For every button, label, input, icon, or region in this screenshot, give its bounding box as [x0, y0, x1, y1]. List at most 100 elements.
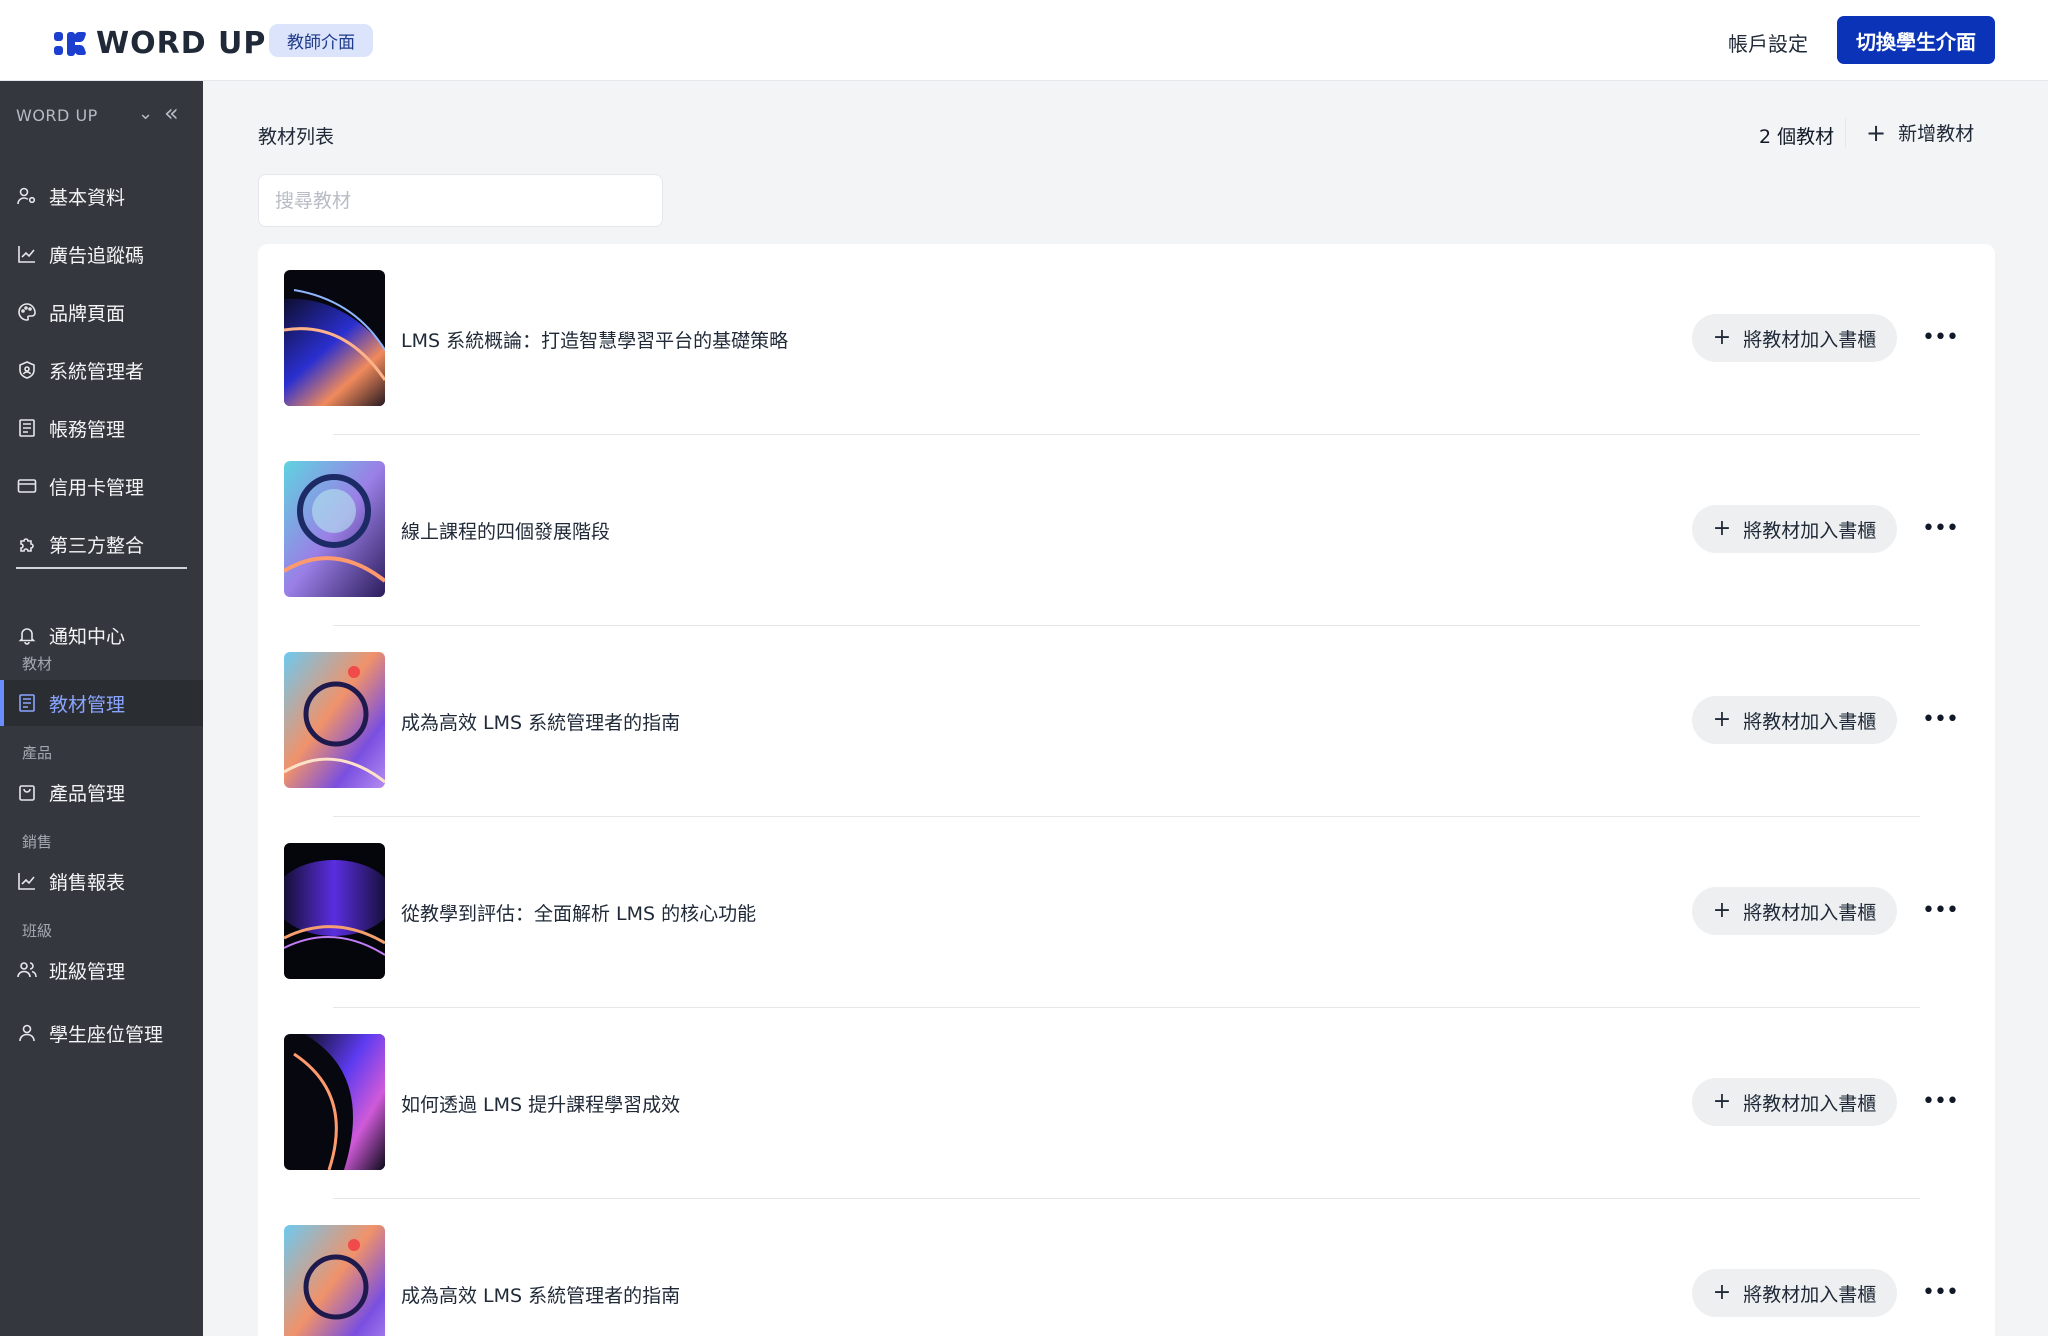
- more-options-icon[interactable]: •••: [1922, 1277, 1959, 1307]
- list-item[interactable]: 線上課程的四個發展階段 + 將教材加入書櫃 •••: [258, 435, 1995, 626]
- add-to-bookshelf-button[interactable]: + 將教材加入書櫃: [1692, 1269, 1897, 1317]
- sidebar-item-profile[interactable]: 基本資料: [0, 173, 203, 219]
- sidebar-item-integrations[interactable]: 第三方整合: [0, 521, 203, 567]
- more-options-icon[interactable]: •••: [1922, 1086, 1959, 1116]
- sidebar-item-system-admin[interactable]: 系統管理者: [0, 347, 203, 393]
- add-to-bookshelf-button[interactable]: + 將教材加入書櫃: [1692, 887, 1897, 935]
- sidebar-item-label: 品牌頁面: [49, 302, 126, 325]
- sidebar-item-ad-tracking[interactable]: 廣告追蹤碼: [0, 231, 203, 277]
- logo-text: WORD UP: [96, 26, 267, 61]
- count-divider: [1845, 118, 1846, 148]
- plus-icon: +: [1712, 516, 1732, 541]
- add-to-bookshelf-button[interactable]: + 將教材加入書櫃: [1692, 314, 1897, 362]
- collapse-sidebar-icon[interactable]: «: [164, 99, 179, 127]
- add-to-bookshelf-button[interactable]: + 將教材加入書櫃: [1692, 696, 1897, 744]
- add-material-label: 新增教材: [1898, 123, 1975, 145]
- palette-icon: [16, 301, 38, 323]
- top-header: WORD UP 教師介面 帳戶設定 切換學生介面: [0, 0, 2048, 81]
- line-chart-icon: [16, 243, 38, 265]
- more-options-icon[interactable]: •••: [1922, 513, 1959, 543]
- more-options-icon[interactable]: •••: [1922, 704, 1959, 734]
- logo[interactable]: WORD UP: [54, 26, 266, 61]
- sidebar-section-materials: 教材: [22, 655, 53, 673]
- credit-card-icon: [16, 475, 38, 497]
- sidebar-item-credit-card[interactable]: 信用卡管理: [0, 463, 203, 509]
- logo-icon: [54, 30, 87, 58]
- material-thumbnail[interactable]: [284, 270, 385, 406]
- add-to-bookshelf-button[interactable]: + 將教材加入書櫃: [1692, 1078, 1897, 1126]
- sidebar-item-class-management[interactable]: 班級管理: [0, 947, 203, 993]
- shopping-bag-icon: [16, 781, 38, 803]
- add-to-bookshelf-label: 將教材加入書櫃: [1743, 519, 1877, 542]
- list-item[interactable]: 成為高效 LMS 系統管理者的指南 + 將教材加入書櫃 •••: [258, 1199, 1995, 1336]
- plus-icon: +: [1712, 707, 1732, 732]
- material-thumbnail[interactable]: [284, 652, 385, 788]
- chevron-down-icon[interactable]: ⌄: [138, 103, 153, 124]
- add-to-bookshelf-label: 將教材加入書櫃: [1743, 1092, 1877, 1115]
- list-item[interactable]: LMS 系統概論：打造智慧學習平台的基礎策略 + 將教材加入書櫃 •••: [258, 244, 1995, 435]
- sidebar-item-student-seat-management[interactable]: 學生座位管理: [0, 1010, 203, 1056]
- sidebar-header: WORD UP ⌄ «: [16, 99, 186, 127]
- sidebar-item-sales-report[interactable]: 銷售報表: [0, 858, 203, 904]
- plus-icon: +: [1712, 1280, 1732, 1305]
- search-input[interactable]: [258, 174, 663, 227]
- list-item[interactable]: 從教學到評估：全面解析 LMS 的核心功能 + 將教材加入書櫃 •••: [258, 817, 1995, 1008]
- more-options-icon[interactable]: •••: [1922, 895, 1959, 925]
- book-icon: [16, 692, 38, 714]
- sidebar-item-notifications[interactable]: 通知中心: [0, 612, 203, 658]
- sidebar-item-product-management[interactable]: 產品管理: [0, 769, 203, 815]
- add-to-bookshelf-label: 將教材加入書櫃: [1743, 901, 1877, 924]
- material-title[interactable]: LMS 系統概論：打造智慧學習平台的基礎策略: [401, 326, 788, 353]
- list-item[interactable]: 如何透過 LMS 提升課程學習成效 + 將教材加入書櫃 •••: [258, 1008, 1995, 1199]
- account-settings-link[interactable]: 帳戶設定: [1728, 28, 1808, 57]
- page-title: 教材列表: [258, 126, 335, 148]
- sidebar-item-label: 教材管理: [49, 693, 126, 716]
- sidebar-item-label: 班級管理: [49, 960, 126, 983]
- sidebar-item-label: 基本資料: [49, 186, 126, 209]
- material-title[interactable]: 如何透過 LMS 提升課程學習成效: [401, 1090, 680, 1117]
- material-thumbnail[interactable]: [284, 461, 385, 597]
- add-to-bookshelf-label: 將教材加入書櫃: [1743, 1283, 1877, 1306]
- more-options-icon[interactable]: •••: [1922, 322, 1959, 352]
- add-to-bookshelf-label: 將教材加入書櫃: [1743, 710, 1877, 733]
- plus-icon: +: [1866, 118, 1887, 147]
- sidebar-item-label: 系統管理者: [49, 360, 145, 383]
- material-count: 2 個教材: [1759, 126, 1835, 148]
- material-thumbnail[interactable]: [284, 1225, 385, 1336]
- sidebar-item-billing[interactable]: 帳務管理: [0, 405, 203, 451]
- material-thumbnail[interactable]: [284, 1034, 385, 1170]
- add-to-bookshelf-button[interactable]: + 將教材加入書櫃: [1692, 505, 1897, 553]
- plus-icon: +: [1712, 1089, 1732, 1114]
- sidebar-item-label: 銷售報表: [49, 871, 126, 894]
- sidebar-item-label: 信用卡管理: [49, 476, 145, 499]
- role-badge: 教師介面: [269, 24, 373, 57]
- plus-icon: +: [1712, 325, 1732, 350]
- sidebar: WORD UP ⌄ « 基本資料 廣告追蹤碼 品牌頁面 系統管理者 帳務管理 信…: [0, 81, 203, 1336]
- add-to-bookshelf-label: 將教材加入書櫃: [1743, 328, 1877, 351]
- material-list: LMS 系統概論：打造智慧學習平台的基礎策略 + 將教材加入書櫃 ••• 線上課…: [258, 244, 1995, 1336]
- line-chart-icon: [16, 870, 38, 892]
- sidebar-item-label: 通知中心: [49, 625, 126, 648]
- sidebar-divider: [16, 567, 187, 569]
- sidebar-section-products: 產品: [22, 744, 53, 762]
- add-material-button[interactable]: + 新增教材: [1866, 119, 1974, 146]
- material-title[interactable]: 成為高效 LMS 系統管理者的指南: [401, 708, 680, 735]
- user-settings-icon: [16, 185, 38, 207]
- sidebar-brand: WORD UP: [16, 105, 98, 125]
- sidebar-item-material-management[interactable]: 教材管理: [0, 680, 203, 726]
- material-title[interactable]: 成為高效 LMS 系統管理者的指南: [401, 1281, 680, 1308]
- material-title[interactable]: 線上課程的四個發展階段: [401, 517, 610, 544]
- document-icon: [16, 417, 38, 439]
- plus-icon: +: [1712, 898, 1732, 923]
- puzzle-icon: [16, 533, 38, 555]
- shield-icon: [16, 359, 38, 381]
- sidebar-item-brand-page[interactable]: 品牌頁面: [0, 289, 203, 335]
- sidebar-section-sales: 銷售: [22, 833, 53, 851]
- sidebar-item-label: 第三方整合: [49, 534, 145, 557]
- material-thumbnail[interactable]: [284, 843, 385, 979]
- switch-student-view-button[interactable]: 切換學生介面: [1837, 16, 1995, 64]
- material-title[interactable]: 從教學到評估：全面解析 LMS 的核心功能: [401, 899, 756, 926]
- list-item[interactable]: 成為高效 LMS 系統管理者的指南 + 將教材加入書櫃 •••: [258, 626, 1995, 817]
- user-icon: [16, 1022, 38, 1044]
- sidebar-section-classes: 班級: [22, 922, 53, 940]
